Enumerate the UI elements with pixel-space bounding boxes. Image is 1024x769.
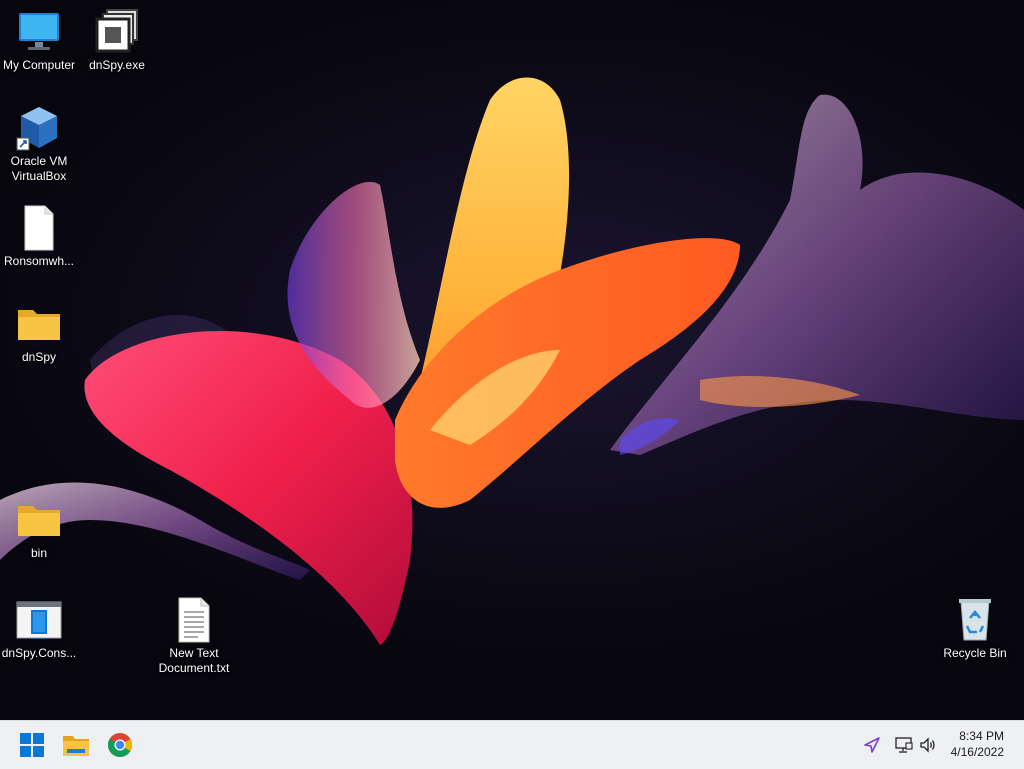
- chrome-button[interactable]: [104, 729, 136, 761]
- folder-icon: [15, 496, 63, 544]
- desktop-icon-label: My Computer: [2, 58, 76, 72]
- blank-file-icon: [15, 204, 63, 252]
- desktop-icon-ronsomwh[interactable]: Ronsomwh...: [0, 204, 78, 269]
- desktop-icon-label: bin: [30, 546, 47, 560]
- desktop-icon-new-text-document[interactable]: New Text Document.txt: [155, 596, 233, 676]
- clock-date[interactable]: 4/16/2022: [924, 745, 1004, 759]
- console-app-icon: [15, 596, 63, 644]
- taskbar: 8:34 PM 4/16/2022: [0, 720, 1024, 769]
- desktop-icon-label: dnSpy.exe: [89, 58, 145, 72]
- monitor-icon: [15, 8, 63, 56]
- clock-time[interactable]: 8:34 PM: [924, 729, 1004, 743]
- desktop-icon-my-computer[interactable]: My Computer: [0, 8, 78, 73]
- app-window-icon: [93, 8, 141, 56]
- folder-icon: [15, 300, 63, 348]
- desktop-icon-dnspy-folder[interactable]: dnSpy: [0, 300, 78, 365]
- location-arrow-button[interactable]: [862, 735, 882, 755]
- desktop-icon-dnspy-console[interactable]: dnSpy.Cons...: [0, 596, 78, 661]
- recycle-bin-icon: [951, 596, 999, 644]
- file-explorer-icon: [63, 736, 89, 756]
- chrome-icon: [107, 733, 133, 758]
- desktop-icon-label: New Text Document.txt: [158, 646, 230, 675]
- desktop-icon-dnspy-exe[interactable]: dnSpy.exe: [78, 8, 156, 73]
- file-explorer-button[interactable]: [60, 729, 92, 761]
- text-file-icon: [170, 596, 218, 644]
- windows-start-icon: [20, 733, 44, 757]
- virtualbox-icon: [15, 104, 63, 152]
- desktop-icon-virtualbox[interactable]: Oracle VM VirtualBox: [0, 104, 78, 184]
- desktop-icon-label: Oracle VM VirtualBox: [10, 154, 68, 183]
- desktop-icon-label: dnSpy: [21, 350, 57, 364]
- location-arrow-icon: [864, 737, 880, 753]
- network-icon: [895, 737, 913, 753]
- desktop-icon-bin-folder[interactable]: bin: [0, 496, 78, 561]
- wallpaper-image: [0, 77, 1024, 645]
- start-button[interactable]: [16, 729, 48, 761]
- desktop[interactable]: My Computer dnSpy.exe Oracle VM VirtualB…: [0, 0, 1024, 720]
- desktop-icon-label: Ronsomwh...: [3, 254, 75, 268]
- desktop-icon-label: dnSpy.Cons...: [1, 646, 77, 660]
- network-button[interactable]: [894, 735, 914, 755]
- desktop-icon-recycle-bin[interactable]: Recycle Bin: [936, 596, 1014, 661]
- desktop-icon-label: Recycle Bin: [943, 646, 1007, 660]
